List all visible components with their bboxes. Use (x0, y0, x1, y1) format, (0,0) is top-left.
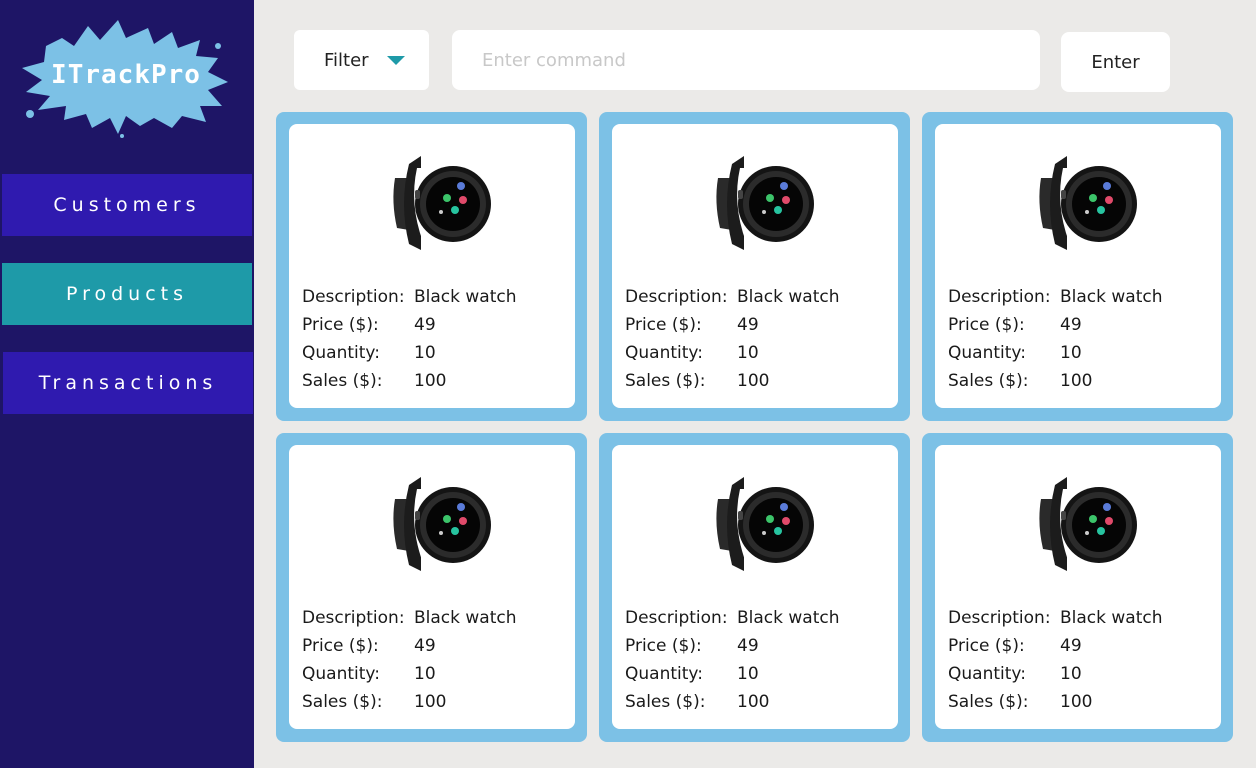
smartwatch-image (387, 471, 491, 579)
product-info: Description: Black watch Price ($): 49 Q… (302, 604, 517, 716)
price-label: Price ($): (625, 315, 702, 335)
price-label: Price ($): (302, 315, 379, 335)
description-label: Description: (302, 287, 405, 307)
product-card-6[interactable]: Description: Black watch Price ($): 49 Q… (922, 433, 1233, 742)
product-info: Description: Black watch Price ($): 49 Q… (302, 283, 517, 395)
itrackpro-logo: ITrackPro (22, 20, 228, 138)
smartwatch-image (710, 471, 814, 579)
description-label: Description: (625, 608, 728, 628)
description-value: Black watch (414, 608, 517, 628)
sales-value: 100 (414, 692, 447, 712)
description-value: Black watch (737, 608, 840, 628)
price-value: 49 (737, 315, 759, 335)
quantity-value: 10 (414, 664, 436, 684)
quantity-label: Quantity: (625, 343, 703, 363)
quantity-value: 10 (1060, 664, 1082, 684)
product-card-body: Description: Black watch Price ($): 49 Q… (612, 445, 898, 729)
product-info: Description: Black watch Price ($): 49 Q… (625, 283, 840, 395)
quantity-label: Quantity: (625, 664, 703, 684)
product-card-body: Description: Black watch Price ($): 49 Q… (935, 124, 1221, 408)
quantity-label: Quantity: (948, 343, 1026, 363)
product-card-2[interactable]: Description: Black watch Price ($): 49 Q… (599, 112, 910, 421)
price-value: 49 (1060, 636, 1082, 656)
sidebar-item-transactions[interactable]: Transactions (3, 352, 253, 414)
filter-label: Filter (324, 49, 369, 71)
sales-value: 100 (737, 371, 770, 391)
sidebar: ITrackPro Customers Products Transaction… (0, 0, 254, 768)
quantity-value: 10 (737, 664, 759, 684)
product-card-5[interactable]: Description: Black watch Price ($): 49 Q… (599, 433, 910, 742)
description-value: Black watch (414, 287, 517, 307)
sidebar-item-customers[interactable]: Customers (2, 174, 252, 236)
price-value: 49 (737, 636, 759, 656)
smartwatch-image (710, 150, 814, 258)
logo-text: ITrackPro (51, 60, 201, 90)
sales-label: Sales ($): (302, 692, 383, 712)
description-value: Black watch (1060, 608, 1163, 628)
description-value: Black watch (737, 287, 840, 307)
price-label: Price ($): (948, 636, 1025, 656)
quantity-label: Quantity: (302, 343, 380, 363)
product-info: Description: Black watch Price ($): 49 Q… (948, 604, 1163, 716)
price-label: Price ($): (948, 315, 1025, 335)
quantity-value: 10 (737, 343, 759, 363)
product-card-1[interactable]: Description: Black watch Price ($): 49 Q… (276, 112, 587, 421)
quantity-label: Quantity: (302, 664, 380, 684)
description-label: Description: (302, 608, 405, 628)
sales-label: Sales ($): (948, 692, 1029, 712)
smartwatch-image (387, 150, 491, 258)
caret-down-icon (386, 55, 405, 65)
product-info: Description: Black watch Price ($): 49 Q… (948, 283, 1163, 395)
sales-value: 100 (1060, 371, 1093, 391)
product-card-3[interactable]: Description: Black watch Price ($): 49 Q… (922, 112, 1233, 421)
quantity-value: 10 (1060, 343, 1082, 363)
product-card-body: Description: Black watch Price ($): 49 Q… (612, 124, 898, 408)
description-label: Description: (948, 287, 1051, 307)
product-card-4[interactable]: Description: Black watch Price ($): 49 Q… (276, 433, 587, 742)
description-label: Description: (625, 287, 728, 307)
description-label: Description: (948, 608, 1051, 628)
sales-value: 100 (414, 371, 447, 391)
product-card-body: Description: Black watch Price ($): 49 Q… (289, 445, 575, 729)
product-card-body: Description: Black watch Price ($): 49 Q… (935, 445, 1221, 729)
quantity-value: 10 (414, 343, 436, 363)
price-value: 49 (1060, 315, 1082, 335)
filter-dropdown[interactable]: Filter (294, 30, 429, 90)
sales-label: Sales ($): (625, 371, 706, 391)
smartwatch-image (1033, 150, 1137, 258)
sales-value: 100 (737, 692, 770, 712)
command-input[interactable] (452, 30, 1040, 90)
product-card-body: Description: Black watch Price ($): 49 Q… (289, 124, 575, 408)
price-value: 49 (414, 636, 436, 656)
description-value: Black watch (1060, 287, 1163, 307)
sales-label: Sales ($): (302, 371, 383, 391)
sales-label: Sales ($): (625, 692, 706, 712)
price-value: 49 (414, 315, 436, 335)
sales-value: 100 (1060, 692, 1093, 712)
enter-button[interactable]: Enter (1061, 32, 1170, 92)
product-info: Description: Black watch Price ($): 49 Q… (625, 604, 840, 716)
sales-label: Sales ($): (948, 371, 1029, 391)
smartwatch-image (1033, 471, 1137, 579)
price-label: Price ($): (302, 636, 379, 656)
price-label: Price ($): (625, 636, 702, 656)
quantity-label: Quantity: (948, 664, 1026, 684)
sidebar-item-products[interactable]: Products (2, 263, 252, 325)
